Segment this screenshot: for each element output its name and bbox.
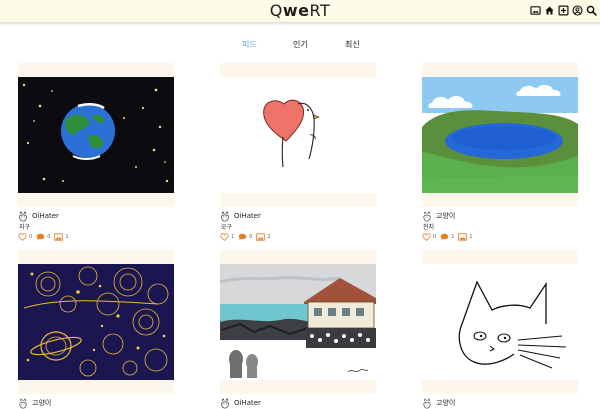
collection-count: 1 [65,233,69,240]
artwork-seaside-house [220,264,376,380]
comment-count: 0 [47,233,51,240]
image-icon [458,232,468,241]
post-title: 오구 [221,224,233,231]
collection-count: 2 [267,233,271,240]
logo-letters-we: we [282,1,310,20]
post-stats: 0 1 1 [422,232,477,241]
avatar-icon [221,210,229,222]
author-name: 고양이 [436,399,456,407]
logo-letter-q: Q [269,1,283,20]
heart-icon [422,232,431,241]
logo-letters-rt: RT [309,1,331,20]
tab-latest[interactable]: 최신 [345,38,360,52]
author-name: 고양이 [32,399,52,407]
artwork-galaxy [18,264,174,380]
image-icon [54,232,64,241]
feed-tabs: 피드 인기 최신 [0,38,600,52]
comment-icon [238,233,247,240]
like-button[interactable]: 1 [220,232,235,241]
post-image-frame[interactable] [422,63,578,207]
avatar-icon [19,397,27,409]
tab-feed[interactable]: 피드 [242,38,257,52]
avatar-icon [19,210,27,222]
like-count: 0 [433,233,437,240]
author-name: OiHater [234,212,261,220]
post-image-frame[interactable] [220,250,376,394]
collection-button[interactable]: 1 [54,232,69,241]
avatar-icon [221,397,229,409]
search-icon[interactable] [586,5,597,16]
post-author[interactable]: OiHater [220,397,261,409]
nav-icon-group [530,5,597,16]
image-icon [256,232,266,241]
app-logo[interactable]: QweRT [0,0,600,22]
comment-count: 0 [249,233,253,240]
comment-button[interactable]: 0 [238,233,252,241]
like-count: 1 [231,233,235,240]
post-image-frame[interactable] [422,250,578,394]
collection-count: 1 [469,233,473,240]
add-icon[interactable] [558,5,569,16]
comment-icon [36,233,45,240]
author-name: OiHater [32,212,59,220]
post-author[interactable]: OiHater [18,210,59,222]
avatar-icon [423,210,431,222]
post-author[interactable]: 고양이 [422,397,455,409]
comment-count: 1 [451,233,455,240]
artwork-earth [18,77,174,193]
comment-button[interactable]: 1 [440,233,454,241]
like-count: 0 [29,233,33,240]
profile-icon[interactable] [572,5,583,16]
collection-button[interactable]: 2 [256,232,271,241]
home-icon[interactable] [544,5,555,16]
artwork-cat-sketch [422,264,578,380]
post-title: 지구 [19,224,31,231]
post-author[interactable]: OiHater [220,210,261,222]
author-name: OiHater [234,399,261,407]
post-author[interactable]: 고양이 [422,210,455,222]
comment-button[interactable]: 0 [36,233,50,241]
post-stats: 0 0 1 [18,232,73,241]
like-button[interactable]: 0 [18,232,33,241]
post-stats: 1 0 2 [220,232,275,241]
heart-icon [18,232,27,241]
post-image-frame[interactable] [220,63,376,207]
author-name: 고양이 [436,212,456,220]
avatar-icon [423,397,431,409]
post-image-frame[interactable] [18,250,174,394]
post-title: 천지 [423,224,435,231]
comment-icon [440,233,449,240]
tab-popular[interactable]: 인기 [293,38,308,52]
post-author[interactable]: 고양이 [18,397,51,409]
artwork-lake [422,77,578,193]
like-button[interactable]: 0 [422,232,437,241]
artwork-heart-duck [220,77,376,193]
heart-icon [220,232,229,241]
post-image-frame[interactable] [18,63,174,207]
top-navbar: QweRT [0,0,600,23]
collection-button[interactable]: 1 [458,232,473,241]
gallery-icon[interactable] [530,5,541,16]
